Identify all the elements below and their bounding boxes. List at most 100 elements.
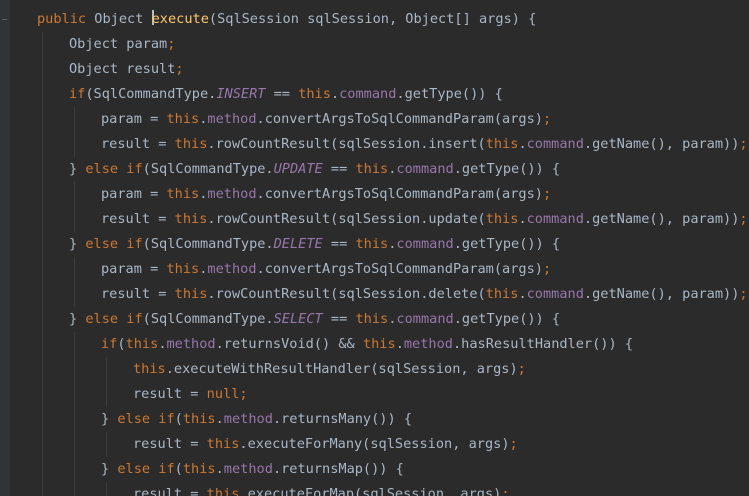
code-token: this xyxy=(174,136,208,152)
code-token: UPDATE xyxy=(273,161,323,177)
code-token: } xyxy=(101,461,118,477)
code-token: this xyxy=(166,111,200,127)
indent-guide xyxy=(42,457,43,482)
code-token: public xyxy=(37,11,87,27)
indent-guide xyxy=(106,432,107,457)
code-token: . xyxy=(518,211,527,227)
indent-guide xyxy=(42,132,43,157)
code-token: else if xyxy=(117,411,175,427)
indent-guide xyxy=(74,257,75,282)
code-token: this xyxy=(174,286,208,302)
code-token: this xyxy=(174,211,208,227)
indent-guide xyxy=(42,282,43,307)
indent-guide xyxy=(42,432,43,457)
code-line-text: result = this.executeForMany(sqlSession,… xyxy=(133,432,518,457)
indent-guide xyxy=(74,382,75,407)
code-token: method xyxy=(207,261,257,277)
code-line[interactable]: param = this.method.convertArgsToSqlComm… xyxy=(0,257,749,282)
code-token: .getType()) { xyxy=(396,86,503,102)
code-token: method xyxy=(166,336,216,352)
indent-guide xyxy=(74,357,75,382)
code-line[interactable]: if(SqlCommandType.INSERT == this.command… xyxy=(0,82,749,107)
indent-guide xyxy=(42,257,43,282)
code-token: this xyxy=(182,411,216,427)
code-line[interactable]: if(this.method.returnsVoid() && this.met… xyxy=(0,332,749,357)
code-token: .getType()) { xyxy=(453,161,561,177)
indent-guide xyxy=(74,132,75,157)
code-token: .executeForMany(sqlSession, args) xyxy=(239,436,510,452)
code-token: (SqlCommandType. xyxy=(85,86,217,102)
code-token: (SqlSession sqlSession, Object[] args) { xyxy=(208,11,537,27)
indent-guide xyxy=(74,282,75,307)
code-token: == xyxy=(322,161,356,177)
code-token: ( xyxy=(174,411,183,427)
code-line-text: Object result; xyxy=(69,57,184,82)
code-line-text: } else if(this.method.returnsMany()) { xyxy=(101,407,412,432)
code-token: ( xyxy=(174,461,183,477)
code-line[interactable]: Object param; xyxy=(0,32,749,57)
code-token: null xyxy=(206,386,240,402)
code-line[interactable]: result = this.rowCountResult(sqlSession.… xyxy=(0,132,749,157)
code-token: this xyxy=(362,336,396,352)
code-line[interactable]: result = this.rowCountResult(sqlSession.… xyxy=(0,282,749,307)
code-line[interactable]: } else if(this.method.returnsMany()) { xyxy=(0,407,749,432)
code-token: else if xyxy=(85,311,143,327)
code-token: execute xyxy=(151,11,209,27)
code-token: method xyxy=(223,461,273,477)
indent-guide xyxy=(42,382,43,407)
code-line[interactable]: Object result; xyxy=(0,57,749,82)
code-token: .rowCountResult(sqlSession.insert( xyxy=(207,136,486,152)
code-token: this xyxy=(182,461,216,477)
indent-guide xyxy=(42,482,43,496)
code-token: ; xyxy=(542,186,552,202)
code-line[interactable]: } else if(SqlCommandType.SELECT == this.… xyxy=(0,307,749,332)
code-editor[interactable]: public Object execute(SqlSession sqlSess… xyxy=(0,0,749,496)
code-line[interactable]: public Object execute(SqlSession sqlSess… xyxy=(0,7,749,32)
code-token: ; xyxy=(542,261,552,277)
code-line[interactable]: this.executeWithResultHandler(sqlSession… xyxy=(0,357,749,382)
code-line-text: } else if(SqlCommandType.DELETE == this.… xyxy=(69,232,560,257)
code-token: .returnsVoid() && xyxy=(215,336,363,352)
code-token: method xyxy=(223,411,273,427)
indent-guide xyxy=(74,432,75,457)
code-token: ; xyxy=(542,111,552,127)
indent-guide xyxy=(74,207,75,232)
code-line-text: param = this.method.convertArgsToSqlComm… xyxy=(101,182,551,207)
code-token: this xyxy=(355,161,389,177)
indent-guide xyxy=(74,457,75,482)
code-token: == xyxy=(322,311,356,327)
indent-guide xyxy=(42,232,43,257)
code-token: else if xyxy=(85,161,143,177)
code-token: ; xyxy=(739,211,748,227)
code-token: this xyxy=(206,486,240,496)
code-token: .executeWithResultHandler(sqlSession, ar… xyxy=(165,361,518,377)
code-line-text: param = this.method.convertArgsToSqlComm… xyxy=(101,107,551,132)
indent-guide xyxy=(106,482,107,496)
code-line[interactable]: result = this.executeForMany(sqlSession,… xyxy=(0,432,749,457)
code-token: if xyxy=(101,336,118,352)
code-line[interactable]: param = this.method.convertArgsToSqlComm… xyxy=(0,107,749,132)
code-token: ; xyxy=(739,286,748,302)
indent-guide xyxy=(42,307,43,332)
code-area[interactable]: public Object execute(SqlSession sqlSess… xyxy=(0,7,749,496)
code-line[interactable]: } else if(SqlCommandType.DELETE == this.… xyxy=(0,232,749,257)
indent-guide xyxy=(42,32,43,57)
code-token: . xyxy=(518,136,527,152)
code-line[interactable]: param = this.method.convertArgsToSqlComm… xyxy=(0,182,749,207)
code-token: command xyxy=(526,286,584,302)
code-line[interactable]: result = this.executeForMap(sqlSession, … xyxy=(0,482,749,496)
code-token: ; xyxy=(739,136,748,152)
code-token: (SqlCommandType. xyxy=(142,236,274,252)
code-token: } xyxy=(69,161,86,177)
code-line[interactable]: result = this.rowCountResult(sqlSession.… xyxy=(0,207,749,232)
indent-guide xyxy=(42,107,43,132)
indent-guide xyxy=(74,332,75,357)
code-line[interactable]: result = null; xyxy=(0,382,749,407)
code-token: == xyxy=(265,86,299,102)
code-token: result = xyxy=(101,211,175,227)
code-token: .getType()) { xyxy=(453,311,561,327)
code-token: SELECT xyxy=(273,311,323,327)
code-line[interactable]: } else if(SqlCommandType.UPDATE == this.… xyxy=(0,157,749,182)
code-line-text: this.executeWithResultHandler(sqlSession… xyxy=(133,357,526,382)
code-line[interactable]: } else if(this.method.returnsMap()) { xyxy=(0,457,749,482)
